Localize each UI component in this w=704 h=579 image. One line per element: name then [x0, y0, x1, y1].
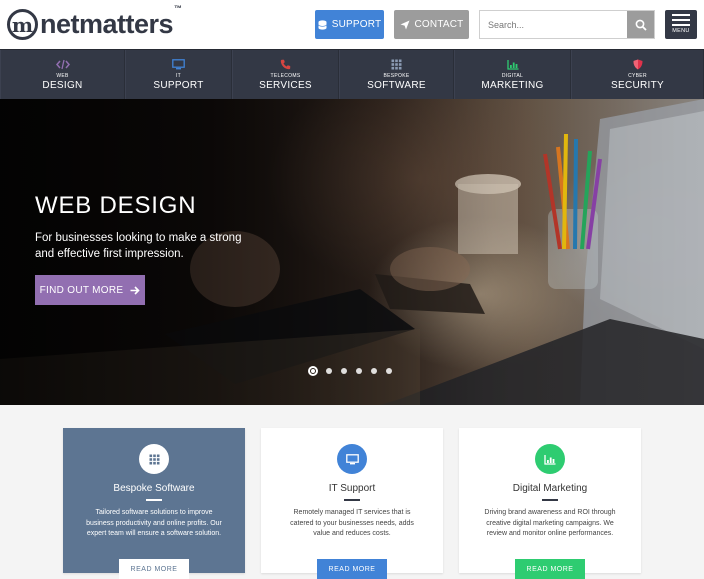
menu-button[interactable]: MENU: [665, 10, 697, 39]
nav-item-telecoms-services[interactable]: TELECOMS SERVICES: [232, 50, 339, 100]
card-divider: [344, 499, 360, 501]
nav-small-label: IT: [175, 73, 182, 79]
card-divider: [542, 499, 558, 501]
contact-button[interactable]: CONTACT: [394, 10, 469, 39]
support-label: SUPPORT: [331, 19, 382, 30]
chart-icon: [535, 444, 565, 474]
menu-label: MENU: [672, 28, 690, 34]
card-title: IT Support: [328, 483, 376, 494]
arrow-right-icon: [130, 285, 140, 295]
search-icon: [635, 19, 647, 31]
nav-small-label: WEB: [56, 73, 69, 79]
netmatters-logo[interactable]: m netmatters™: [7, 5, 182, 40]
hamburger-icon-bar: [672, 19, 690, 21]
hero-title: WEB DESIGN: [35, 192, 197, 219]
nav-big-label: DESIGN: [42, 80, 83, 91]
database-icon: [317, 19, 327, 30]
read-more-button[interactable]: READ MORE: [119, 559, 189, 579]
nav-small-label: TELECOMS: [270, 73, 301, 79]
card-title: Bespoke Software: [113, 483, 195, 494]
nav-big-label: SOFTWARE: [367, 80, 426, 91]
card-it-support[interactable]: IT Support Remotely managed IT services …: [261, 428, 443, 579]
nav-small-label: BESPOKE: [383, 73, 410, 79]
card-text: Tailored software solutions to improve b…: [86, 509, 222, 537]
slider-dot[interactable]: [371, 368, 377, 374]
nav-item-bespoke-software[interactable]: BESPOKE SOFTWARE: [339, 50, 454, 100]
nav-small-label: DIGITAL: [501, 73, 524, 79]
slider-dot[interactable]: [356, 368, 362, 374]
slider-dot[interactable]: [341, 368, 347, 374]
find-out-more-label: FIND OUT MORE: [39, 284, 124, 296]
nav-big-label: SERVICES: [259, 80, 312, 91]
logo-mark-icon: m: [7, 9, 38, 40]
hero-text: For businesses looking to make a strong …: [35, 232, 242, 260]
slider-dot[interactable]: [386, 368, 392, 374]
nav-big-label: MARKETING: [481, 80, 544, 91]
chart-icon: [506, 58, 519, 70]
nav-item-web-design[interactable]: WEB DESIGN: [0, 50, 125, 100]
hamburger-icon-bar: [672, 24, 690, 26]
slider-dot[interactable]: [326, 368, 332, 374]
nav-item-cyber-security[interactable]: CYBER SECURITY: [571, 50, 704, 100]
read-more-button[interactable]: READ MORE: [515, 559, 585, 579]
card-bespoke-software[interactable]: Bespoke Software Tailored software solut…: [63, 428, 245, 579]
card-text: Driving brand awareness and ROI through …: [484, 509, 616, 537]
grid-icon: [391, 58, 402, 70]
slider-dot-active[interactable]: [308, 366, 318, 376]
card-divider: [146, 499, 162, 501]
monitor-icon: [337, 444, 367, 474]
slider-dots: [308, 366, 401, 376]
nav-big-label: SECURITY: [611, 80, 664, 91]
code-icon: [55, 58, 70, 70]
logo-text: netmatters™: [40, 5, 182, 39]
main-nav: WEB DESIGN IT SUPPORT TELECOMS SERVICES …: [0, 49, 704, 100]
phone-icon: [280, 58, 291, 70]
card-title: Digital Marketing: [512, 483, 588, 494]
logo-wordmark: netmatters: [40, 9, 174, 39]
nav-item-it-support[interactable]: IT SUPPORT: [125, 50, 232, 100]
shield-icon: [633, 58, 643, 70]
hero-slider: WEB DESIGN For businesses looking to mak…: [0, 99, 704, 405]
site-header: m netmatters™ SUPPORT CONTACT MENU: [0, 0, 704, 49]
grid-icon: [139, 444, 169, 474]
nav-item-digital-marketing[interactable]: DIGITAL MARKETING: [454, 50, 571, 100]
card-text: Remotely managed IT services that is cat…: [290, 509, 414, 537]
search-input[interactable]: [480, 11, 628, 38]
hamburger-icon: [672, 14, 690, 16]
contact-label: CONTACT: [414, 19, 464, 30]
read-more-button[interactable]: READ MORE: [317, 559, 387, 579]
card-digital-marketing[interactable]: Digital Marketing Driving brand awarenes…: [459, 428, 641, 579]
find-out-more-button[interactable]: FIND OUT MORE: [35, 275, 145, 305]
support-button[interactable]: SUPPORT: [315, 10, 384, 39]
nav-big-label: SUPPORT: [153, 80, 204, 91]
search-button[interactable]: [627, 11, 654, 38]
search-box: [479, 10, 655, 39]
nav-small-label: CYBER: [628, 73, 647, 79]
monitor-icon: [172, 58, 185, 70]
logo-trademark: ™: [174, 4, 182, 13]
services-section: Bespoke Software Tailored software solut…: [0, 405, 704, 579]
send-icon: [400, 20, 409, 29]
